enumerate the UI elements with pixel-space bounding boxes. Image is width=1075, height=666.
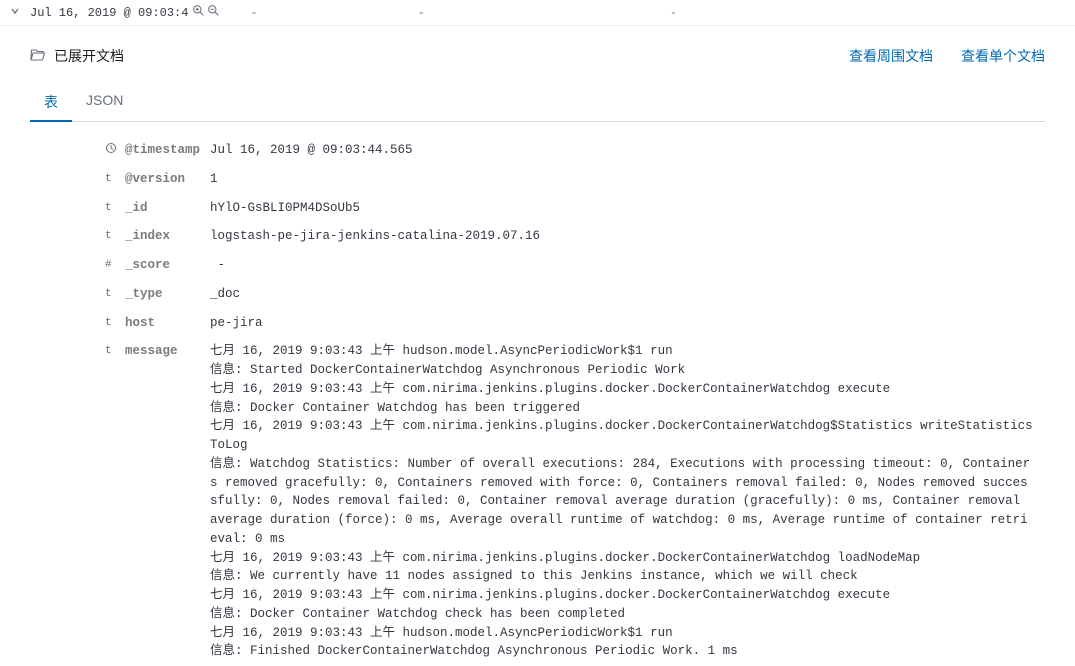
field-row: thostpe-jira (105, 309, 1035, 338)
document-fields-table: @timestampJul 16, 2019 @ 09:03:44.565t@v… (30, 136, 1045, 666)
column-placeholder: - (250, 6, 257, 20)
view-surrounding-link[interactable]: 查看周围文档 (849, 46, 933, 66)
field-row: @timestampJul 16, 2019 @ 09:03:44.565 (105, 136, 1035, 165)
field-value: hYlO-GsBLI0PM4DSoUb5 (210, 199, 1035, 218)
field-value: logstash-pe-jira-jenkins-catalina-2019.0… (210, 227, 1035, 246)
folder-open-icon (30, 47, 46, 66)
view-tabs: 表 JSON (30, 84, 1045, 122)
field-name: _score (125, 256, 210, 275)
field-row: t_indexlogstash-pe-jira-jenkins-catalina… (105, 222, 1035, 251)
zoom-out-icon[interactable] (207, 4, 220, 21)
field-row: tmessage七月 16, 2019 9:03:43 上午 hudson.mo… (105, 337, 1035, 666)
log-summary-row: Jul 16, 2019 @ 09:03:4 - - - (0, 0, 1075, 26)
text-type-icon: t (105, 285, 125, 304)
text-type-icon: t (105, 314, 125, 333)
field-value: 1 (210, 170, 1035, 189)
field-name: message (125, 342, 210, 661)
zoom-in-icon[interactable] (192, 4, 205, 21)
expand-toggle-icon[interactable] (10, 6, 20, 20)
column-placeholder: - (670, 6, 677, 20)
view-single-link[interactable]: 查看单个文档 (961, 46, 1045, 66)
text-type-icon: t (105, 170, 125, 189)
text-type-icon: t (105, 227, 125, 246)
field-value: Jul 16, 2019 @ 09:03:44.565 (210, 141, 1035, 160)
text-type-icon: t (105, 199, 125, 218)
field-name: @timestamp (125, 141, 210, 160)
field-value: _doc (210, 285, 1035, 304)
clock-icon (105, 141, 125, 160)
field-row: t_idhYlO-GsBLI0PM4DSoUb5 (105, 194, 1035, 223)
number-type-icon: # (105, 256, 125, 275)
field-value: pe-jira (210, 314, 1035, 333)
panel-title: 已展开文档 (30, 46, 124, 66)
field-name: _type (125, 285, 210, 304)
tab-table[interactable]: 表 (30, 84, 72, 122)
field-value: 七月 16, 2019 9:03:43 上午 hudson.model.Asyn… (210, 342, 1035, 661)
field-name: @version (125, 170, 210, 189)
column-placeholder: - (418, 6, 425, 20)
field-row: t@version1 (105, 165, 1035, 194)
field-row: t_type_doc (105, 280, 1035, 309)
field-name: host (125, 314, 210, 333)
text-type-icon: t (105, 342, 125, 661)
tab-json[interactable]: JSON (72, 84, 137, 121)
field-name: _id (125, 199, 210, 218)
field-value: - (210, 256, 1035, 275)
row-timestamp: Jul 16, 2019 @ 09:03:4 (30, 6, 188, 20)
field-row: #_score - (105, 251, 1035, 280)
expanded-document-panel: 已展开文档 查看周围文档 查看单个文档 表 JSON @timestampJul… (0, 26, 1075, 666)
field-name: _index (125, 227, 210, 246)
panel-title-text: 已展开文档 (54, 46, 124, 66)
